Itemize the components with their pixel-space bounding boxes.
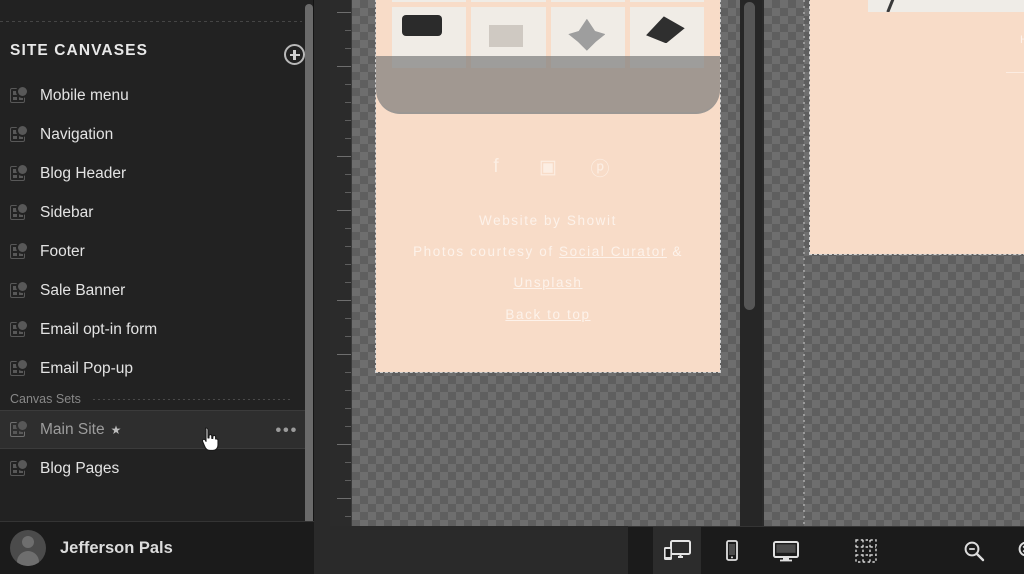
sidebar-item-blog-header[interactable]: Blog Header bbox=[0, 154, 314, 193]
sidebar-item-mobile-menu[interactable]: Mobile menu bbox=[0, 76, 314, 115]
magnifier-minus-icon bbox=[964, 541, 985, 561]
sidebar-item-label: Email Pop-up bbox=[40, 359, 134, 377]
site-canvases-sidebar: SITE CANVASES Mobile menu Navigation Blo… bbox=[0, 0, 314, 574]
devices-icon bbox=[664, 539, 691, 560]
responsive-view-button[interactable] bbox=[653, 527, 701, 574]
mobile-canvas-workspace[interactable]: f ▣ ⓟ Website by Showit Photos courtesy … bbox=[352, 0, 745, 526]
desktop-canvas[interactable]: H bbox=[809, 0, 1024, 255]
footer-line-website-by: Website by Showit bbox=[478, 213, 617, 228]
plus-circle-icon[interactable] bbox=[284, 44, 305, 65]
sidebar-item-label: Sidebar bbox=[40, 203, 94, 221]
section-divider-rule bbox=[92, 398, 292, 400]
bottom-toolbar bbox=[628, 526, 1024, 574]
sidebar-item-label: Mobile menu bbox=[40, 86, 129, 104]
social-curator-link[interactable]: Social Curator bbox=[559, 244, 667, 259]
zoom-reset-button[interactable] bbox=[1004, 527, 1024, 574]
sidebar-item-main-site[interactable]: Main Site ★ ••• bbox=[0, 410, 314, 449]
grid-guides-icon bbox=[855, 538, 877, 563]
sidebar-item-label: Blog Pages bbox=[40, 459, 120, 477]
sidebar-top-divider bbox=[0, 21, 302, 22]
mobile-canvas[interactable]: f ▣ ⓟ Website by Showit Photos courtesy … bbox=[375, 0, 721, 373]
photo-thumbnail[interactable] bbox=[629, 0, 704, 2]
mobile-view-button[interactable] bbox=[708, 527, 756, 574]
facebook-icon[interactable]: f bbox=[485, 156, 507, 178]
canvas-icon bbox=[10, 321, 29, 338]
page-title: SITE CANVASES bbox=[10, 42, 149, 59]
star-icon: ★ bbox=[110, 422, 122, 437]
sidebar-item-email-pop-up[interactable]: Email Pop-up bbox=[0, 349, 314, 388]
canvas-icon bbox=[10, 204, 29, 221]
sidebar-item-label: Blog Header bbox=[40, 164, 127, 182]
back-to-top-link[interactable]: Back to top bbox=[376, 307, 720, 322]
sidebar-item-blog-pages[interactable]: Blog Pages bbox=[0, 449, 314, 488]
canvas-icon bbox=[10, 87, 29, 104]
footer-prefix: Photos courtesy of bbox=[413, 244, 560, 259]
desktop-view-button[interactable] bbox=[762, 527, 810, 574]
sidebar-item-navigation[interactable]: Navigation bbox=[0, 115, 314, 154]
canvas-list: Mobile menu Navigation Blog Header Sideb… bbox=[0, 76, 314, 488]
pinterest-icon[interactable]: ⓟ bbox=[589, 156, 611, 180]
desktop-canvas-workspace[interactable]: H bbox=[764, 0, 1024, 526]
footer-joiner: & bbox=[666, 244, 683, 259]
desktop-canvas-text: H bbox=[1020, 34, 1024, 46]
sidebar-item-label: Main Site bbox=[40, 420, 105, 438]
sidebar-item-label: Navigation bbox=[40, 125, 114, 143]
section-label: Canvas Sets bbox=[10, 392, 81, 406]
sidebar-item-label: Sale Banner bbox=[40, 281, 126, 299]
sidebar-item-email-opt-in-form[interactable]: Email opt-in form bbox=[0, 310, 314, 349]
sidebar-item-sale-banner[interactable]: Sale Banner bbox=[0, 271, 314, 310]
vertical-ruler bbox=[330, 0, 352, 526]
canvas-sets-section-header: Canvas Sets bbox=[0, 388, 314, 410]
showit-editor-window: SITE CANVASES Mobile menu Navigation Blo… bbox=[0, 0, 1024, 574]
user-account-bar[interactable]: Jefferson Pals bbox=[0, 521, 314, 574]
photo-thumbnail[interactable] bbox=[471, 0, 546, 2]
zoom-out-button[interactable] bbox=[950, 527, 998, 574]
avatar-icon bbox=[10, 530, 46, 566]
sidebar-scrollbar[interactable] bbox=[305, 4, 313, 526]
footer-line-unsplash: Unsplash bbox=[376, 267, 720, 298]
canvas-editor-area: f ▣ ⓟ Website by Showit Photos courtesy … bbox=[314, 0, 1024, 574]
canvas-icon bbox=[10, 282, 29, 299]
editor-scrollbar-thumb[interactable] bbox=[744, 2, 755, 310]
sidebar-item-sidebar[interactable]: Sidebar bbox=[0, 193, 314, 232]
sidebar-item-footer[interactable]: Footer bbox=[0, 232, 314, 271]
drag-overlay-panel bbox=[376, 56, 720, 114]
canvas-set-icon bbox=[10, 460, 29, 477]
canvas-set-icon bbox=[10, 421, 29, 438]
canvas-icon bbox=[10, 360, 29, 377]
photo-thumbnail[interactable] bbox=[550, 0, 625, 2]
photo-thumbnail[interactable] bbox=[868, 0, 1024, 12]
footer-credits: Website by Showit Photos courtesy of Soc… bbox=[376, 205, 720, 298]
sidebar-item-label: Footer bbox=[40, 242, 85, 260]
overflow-menu-icon[interactable]: ••• bbox=[275, 421, 298, 438]
guides-toggle-button[interactable] bbox=[842, 527, 890, 574]
unsplash-link[interactable]: Unsplash bbox=[513, 275, 582, 290]
instagram-icon[interactable]: ▣ bbox=[537, 156, 559, 178]
social-links-row: f ▣ ⓟ bbox=[376, 156, 720, 180]
footer-line-photos-courtesy: Photos courtesy of Social Curator & bbox=[376, 236, 720, 267]
photo-thumbnail[interactable] bbox=[392, 0, 467, 2]
desktop-canvas-divider bbox=[1006, 72, 1024, 73]
magnifier-reset-icon bbox=[1018, 541, 1024, 556]
sidebar-header: SITE CANVASES bbox=[0, 34, 314, 68]
mobile-icon bbox=[726, 539, 738, 561]
canvas-icon bbox=[10, 126, 29, 143]
sidebar-item-label: Email opt-in form bbox=[40, 320, 158, 338]
desktop-icon bbox=[773, 540, 799, 561]
canvas-icon bbox=[10, 165, 29, 182]
desktop-canvas-guide bbox=[803, 0, 805, 526]
canvas-icon bbox=[10, 243, 29, 260]
user-name-label: Jefferson Pals bbox=[60, 538, 173, 557]
